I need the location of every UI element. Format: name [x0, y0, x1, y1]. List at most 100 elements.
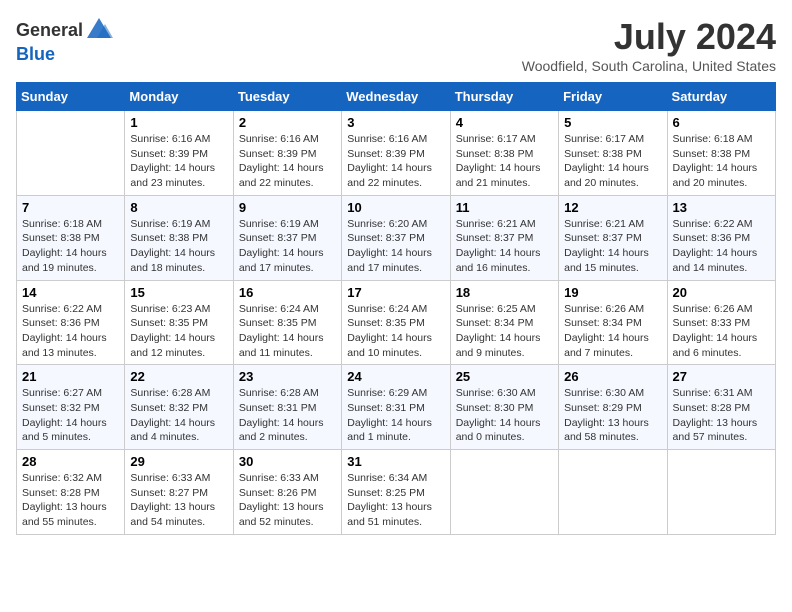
day-header-tuesday: Tuesday — [233, 83, 341, 111]
day-info: Sunrise: 6:19 AMSunset: 8:38 PMDaylight:… — [130, 217, 227, 276]
day-number: 12 — [564, 200, 661, 215]
calendar-cell: 18 Sunrise: 6:25 AMSunset: 8:34 PMDayligh… — [450, 280, 558, 365]
day-info: Sunrise: 6:30 AMSunset: 8:29 PMDaylight:… — [564, 386, 661, 445]
day-header-saturday: Saturday — [667, 83, 775, 111]
day-info: Sunrise: 6:26 AMSunset: 8:34 PMDaylight:… — [564, 302, 661, 361]
calendar-cell: 13Sunrise: 6:22 AMSunset: 8:36 PMDayligh… — [667, 195, 775, 280]
day-number: 8 — [130, 200, 227, 215]
calendar-cell: 31Sunrise: 6:34 AMSunset: 8:25 PMDayligh… — [342, 450, 450, 535]
day-number: 20 — [673, 285, 770, 300]
calendar-cell — [559, 450, 667, 535]
calendar-table: SundayMondayTuesdayWednesdayThursdayFrid… — [16, 82, 776, 535]
day-number: 6 — [673, 115, 770, 130]
calendar-week-row: 1 Sunrise: 6:16 AMSunset: 8:39 PMDaylight… — [17, 111, 776, 196]
day-number: 23 — [239, 369, 336, 384]
calendar-cell: 21 Sunrise: 6:27 AMSunset: 8:32 PMDayligh… — [17, 365, 125, 450]
day-info: Sunrise: 6:32 AMSunset: 8:28 PMDaylight:… — [22, 471, 119, 530]
day-info: Sunrise: 6:31 AMSunset: 8:28 PMDaylight:… — [673, 386, 770, 445]
calendar-week-row: 28 Sunrise: 6:32 AMSunset: 8:28 PMDayligh… — [17, 450, 776, 535]
calendar-cell: 4 Sunrise: 6:17 AMSunset: 8:38 PMDaylight… — [450, 111, 558, 196]
calendar-week-row: 14 Sunrise: 6:22 AMSunset: 8:36 PMDayligh… — [17, 280, 776, 365]
calendar-cell — [667, 450, 775, 535]
day-info: Sunrise: 6:24 AMSunset: 8:35 PMDaylight:… — [347, 302, 444, 361]
day-number: 17 — [347, 285, 444, 300]
day-info: Sunrise: 6:30 AMSunset: 8:30 PMDaylight:… — [456, 386, 553, 445]
month-title: July 2024 — [522, 16, 776, 58]
day-number: 15 — [130, 285, 227, 300]
calendar-cell: 8 Sunrise: 6:19 AMSunset: 8:38 PMDaylight… — [125, 195, 233, 280]
day-number: 25 — [456, 369, 553, 384]
day-info: Sunrise: 6:21 AMSunset: 8:37 PMDaylight:… — [456, 217, 553, 276]
day-info: Sunrise: 6:16 AMSunset: 8:39 PMDaylight:… — [130, 132, 227, 191]
day-info: Sunrise: 6:26 AMSunset: 8:33 PMDaylight:… — [673, 302, 770, 361]
calendar-cell: 7Sunrise: 6:18 AMSunset: 8:38 PMDaylight… — [17, 195, 125, 280]
day-info: Sunrise: 6:20 AMSunset: 8:37 PMDaylight:… — [347, 217, 444, 276]
day-number: 26 — [564, 369, 661, 384]
day-number: 22 — [130, 369, 227, 384]
calendar-cell: 2Sunrise: 6:16 AMSunset: 8:39 PMDaylight… — [233, 111, 341, 196]
logo-blue-text: Blue — [16, 44, 55, 65]
day-info: Sunrise: 6:22 AMSunset: 8:36 PMDaylight:… — [22, 302, 119, 361]
calendar-cell: 1 Sunrise: 6:16 AMSunset: 8:39 PMDaylight… — [125, 111, 233, 196]
calendar-cell: 14 Sunrise: 6:22 AMSunset: 8:36 PMDayligh… — [17, 280, 125, 365]
day-number: 27 — [673, 369, 770, 384]
day-header-sunday: Sunday — [17, 83, 125, 111]
day-info: Sunrise: 6:28 AMSunset: 8:32 PMDaylight:… — [130, 386, 227, 445]
calendar-cell: 30Sunrise: 6:33 AMSunset: 8:26 PMDayligh… — [233, 450, 341, 535]
day-number: 3 — [347, 115, 444, 130]
day-info: Sunrise: 6:22 AMSunset: 8:36 PMDaylight:… — [673, 217, 770, 276]
title-area: July 2024 Woodfield, South Carolina, Uni… — [522, 16, 776, 74]
day-number: 16 — [239, 285, 336, 300]
calendar-cell — [17, 111, 125, 196]
calendar-cell: 25 Sunrise: 6:30 AMSunset: 8:30 PMDayligh… — [450, 365, 558, 450]
calendar-cell: 22 Sunrise: 6:28 AMSunset: 8:32 PMDayligh… — [125, 365, 233, 450]
calendar-cell: 23 Sunrise: 6:28 AMSunset: 8:31 PMDayligh… — [233, 365, 341, 450]
day-number: 11 — [456, 200, 553, 215]
day-info: Sunrise: 6:21 AMSunset: 8:37 PMDaylight:… — [564, 217, 661, 276]
day-number: 19 — [564, 285, 661, 300]
day-info: Sunrise: 6:24 AMSunset: 8:35 PMDaylight:… — [239, 302, 336, 361]
day-number: 18 — [456, 285, 553, 300]
calendar-cell: 29Sunrise: 6:33 AMSunset: 8:27 PMDayligh… — [125, 450, 233, 535]
calendar-cell: 6 Sunrise: 6:18 AMSunset: 8:38 PMDaylight… — [667, 111, 775, 196]
day-number: 4 — [456, 115, 553, 130]
day-info: Sunrise: 6:27 AMSunset: 8:32 PMDaylight:… — [22, 386, 119, 445]
day-info: Sunrise: 6:33 AMSunset: 8:27 PMDaylight:… — [130, 471, 227, 530]
calendar-cell: 27 Sunrise: 6:31 AMSunset: 8:28 PMDayligh… — [667, 365, 775, 450]
day-info: Sunrise: 6:25 AMSunset: 8:34 PMDaylight:… — [456, 302, 553, 361]
calendar-cell: 20 Sunrise: 6:26 AMSunset: 8:33 PMDayligh… — [667, 280, 775, 365]
calendar-week-row: 21 Sunrise: 6:27 AMSunset: 8:32 PMDayligh… — [17, 365, 776, 450]
day-number: 14 — [22, 285, 119, 300]
calendar-header-row: SundayMondayTuesdayWednesdayThursdayFrid… — [17, 83, 776, 111]
day-number: 30 — [239, 454, 336, 469]
calendar-week-row: 7Sunrise: 6:18 AMSunset: 8:38 PMDaylight… — [17, 195, 776, 280]
logo-general-text: General — [16, 20, 83, 41]
day-number: 5 — [564, 115, 661, 130]
day-info: Sunrise: 6:18 AMSunset: 8:38 PMDaylight:… — [673, 132, 770, 191]
logo: General Blue — [16, 16, 113, 65]
calendar-cell: 15 Sunrise: 6:23 AMSunset: 8:35 PMDayligh… — [125, 280, 233, 365]
day-number: 28 — [22, 454, 119, 469]
day-number: 7 — [22, 200, 119, 215]
location-title: Woodfield, South Carolina, United States — [522, 58, 776, 74]
day-number: 10 — [347, 200, 444, 215]
day-header-friday: Friday — [559, 83, 667, 111]
day-info: Sunrise: 6:29 AMSunset: 8:31 PMDaylight:… — [347, 386, 444, 445]
day-info: Sunrise: 6:23 AMSunset: 8:35 PMDaylight:… — [130, 302, 227, 361]
calendar-cell: 9Sunrise: 6:19 AMSunset: 8:37 PMDaylight… — [233, 195, 341, 280]
calendar-cell: 11 Sunrise: 6:21 AMSunset: 8:37 PMDayligh… — [450, 195, 558, 280]
calendar-cell: 26 Sunrise: 6:30 AMSunset: 8:29 PMDayligh… — [559, 365, 667, 450]
calendar-cell: 17 Sunrise: 6:24 AMSunset: 8:35 PMDayligh… — [342, 280, 450, 365]
calendar-cell: 24Sunrise: 6:29 AMSunset: 8:31 PMDayligh… — [342, 365, 450, 450]
calendar-cell: 16 Sunrise: 6:24 AMSunset: 8:35 PMDayligh… — [233, 280, 341, 365]
day-info: Sunrise: 6:16 AMSunset: 8:39 PMDaylight:… — [347, 132, 444, 191]
calendar-cell: 10 Sunrise: 6:20 AMSunset: 8:37 PMDayligh… — [342, 195, 450, 280]
day-header-monday: Monday — [125, 83, 233, 111]
day-info: Sunrise: 6:17 AMSunset: 8:38 PMDaylight:… — [456, 132, 553, 191]
day-number: 1 — [130, 115, 227, 130]
day-info: Sunrise: 6:28 AMSunset: 8:31 PMDaylight:… — [239, 386, 336, 445]
day-number: 21 — [22, 369, 119, 384]
calendar-cell: 5Sunrise: 6:17 AMSunset: 8:38 PMDaylight… — [559, 111, 667, 196]
calendar-cell: 3 Sunrise: 6:16 AMSunset: 8:39 PMDaylight… — [342, 111, 450, 196]
logo-icon — [85, 16, 113, 44]
